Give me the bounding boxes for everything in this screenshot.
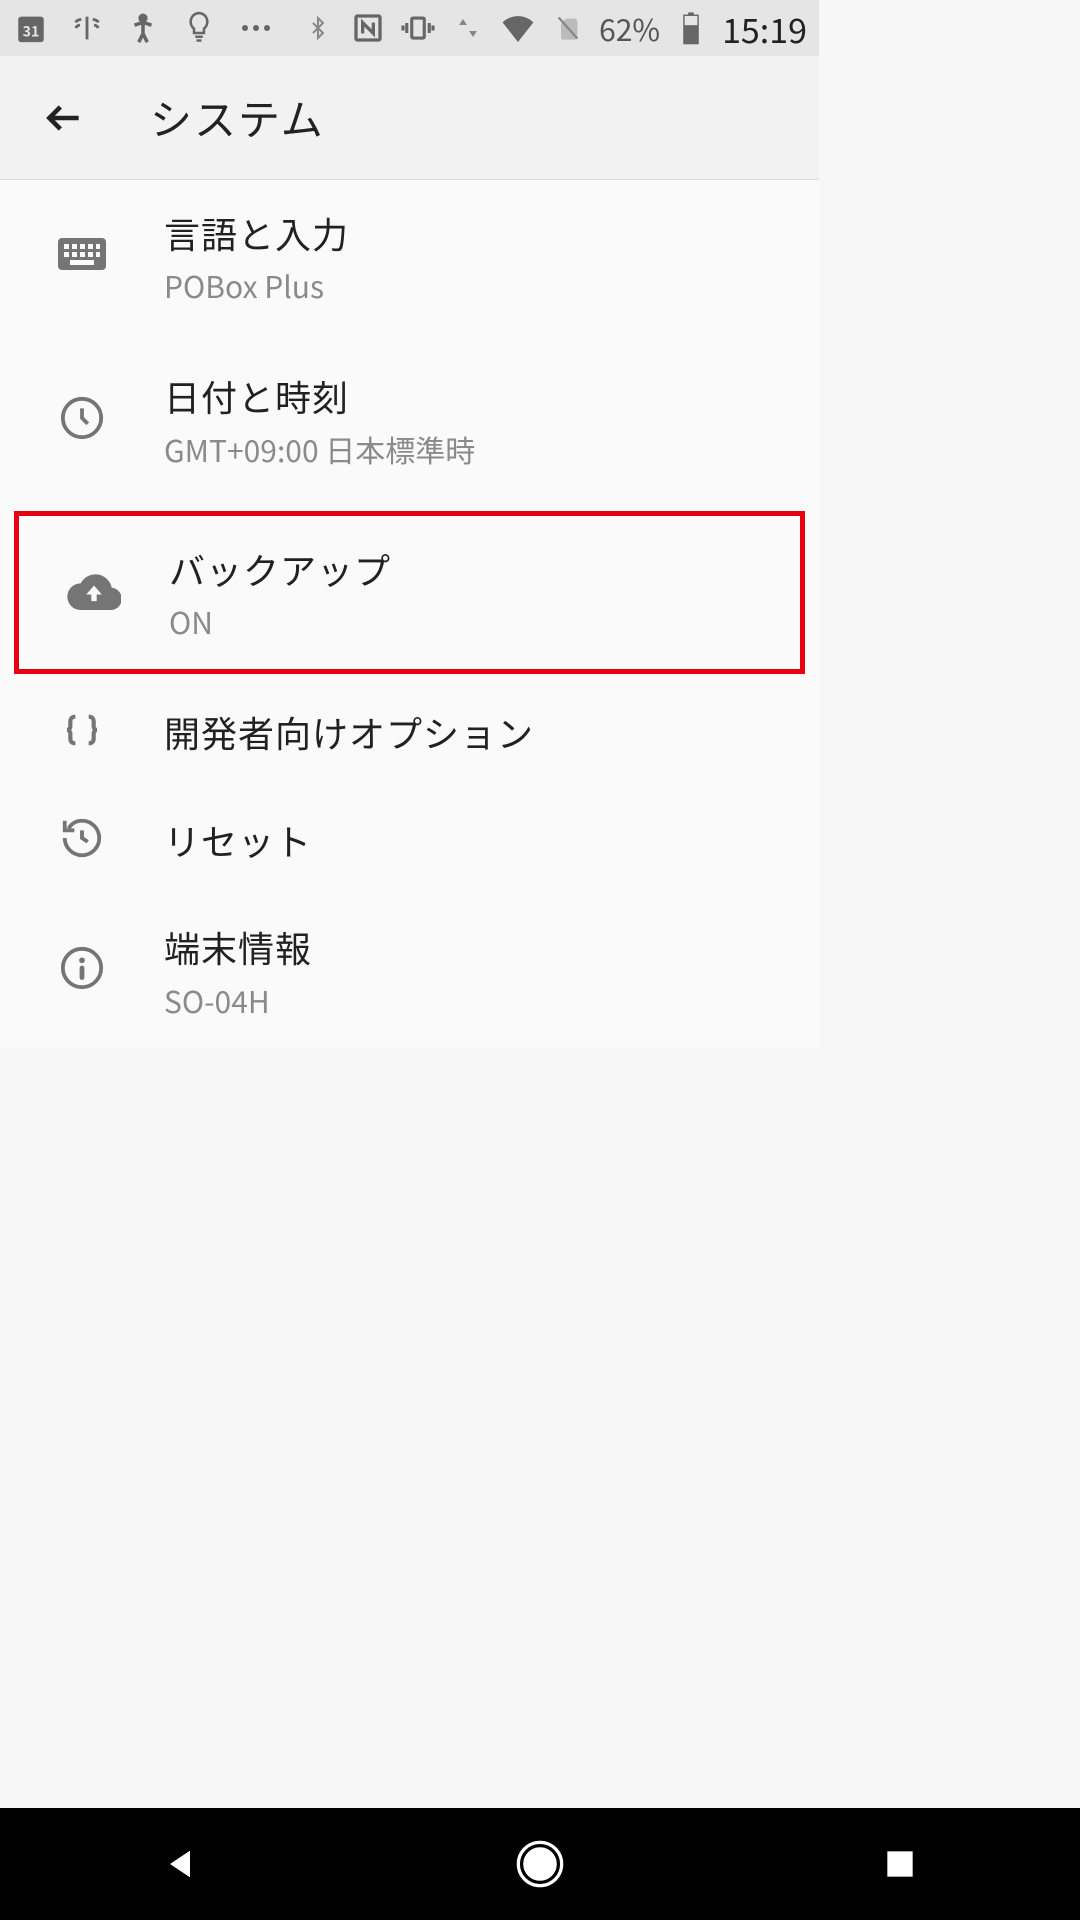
- bluetooth-icon: [299, 9, 337, 47]
- info-icon: [59, 945, 105, 996]
- nfc-icon: [349, 9, 387, 47]
- page-title: システム: [150, 87, 325, 148]
- svg-text:31: 31: [23, 22, 40, 42]
- battery-icon: [672, 9, 710, 47]
- calendar-icon: 31: [12, 9, 50, 47]
- status-right-icons: 62% 15:19: [299, 4, 807, 53]
- highlight-annotation: バックアップ ON: [14, 511, 805, 674]
- settings-item-title: 日付と時刻: [164, 371, 819, 421]
- settings-item-title: 言語と入力: [164, 208, 819, 258]
- settings-item-title: 端末情報: [164, 922, 819, 972]
- nav-back-button[interactable]: [150, 1834, 210, 1894]
- lightbulb-icon: [180, 9, 218, 47]
- braces-icon: [60, 710, 104, 755]
- settings-item-subtitle: ON: [169, 602, 800, 641]
- nav-home-button[interactable]: [510, 1834, 570, 1894]
- status-left-icons: 31: [12, 9, 276, 47]
- cloud-upload-icon: [67, 570, 121, 615]
- settings-item-subtitle: GMT+09:00 日本標準時: [164, 430, 819, 469]
- data-arrows-icon: [449, 9, 487, 47]
- clock-icon: [59, 395, 105, 446]
- dragonfly-icon: [68, 9, 106, 47]
- settings-item-about-phone[interactable]: 端末情報 SO-04H: [0, 894, 819, 1047]
- back-arrow-icon: [42, 96, 86, 140]
- wifi-icon: [499, 9, 537, 47]
- reset-icon: [59, 815, 105, 866]
- settings-item-backup[interactable]: バックアップ ON: [19, 516, 800, 669]
- settings-item-developer-options[interactable]: 開発者向けオプション: [0, 678, 819, 786]
- settings-item-title: リセット: [164, 815, 819, 865]
- battery-percentage: 62%: [599, 6, 660, 50]
- settings-item-subtitle: SO-04H: [164, 981, 819, 1020]
- settings-list: 言語と入力 POBox Plus 日付と時刻 GMT+09:00 日本標準時 バ…: [0, 180, 819, 1048]
- person-icon: [124, 9, 162, 47]
- status-bar: 31 62%: [0, 0, 819, 56]
- keyboard-icon: [58, 236, 106, 277]
- square-recent-icon: [881, 1845, 919, 1883]
- settings-item-date-time[interactable]: 日付と時刻 GMT+09:00 日本標準時: [0, 333, 819, 506]
- nav-recent-button[interactable]: [870, 1834, 930, 1894]
- triangle-back-icon: [160, 1842, 200, 1886]
- settings-item-language-input[interactable]: 言語と入力 POBox Plus: [0, 180, 819, 333]
- more-notifications-icon: [236, 25, 276, 31]
- no-sim-icon: [549, 9, 587, 47]
- vibrate-icon: [399, 9, 437, 47]
- back-button[interactable]: [30, 84, 98, 152]
- clock: 15:19: [722, 4, 807, 53]
- settings-item-subtitle: POBox Plus: [164, 266, 819, 305]
- settings-item-reset[interactable]: リセット: [0, 786, 819, 894]
- settings-item-title: バックアップ: [169, 544, 800, 594]
- circle-home-icon: [514, 1838, 566, 1890]
- app-bar: システム: [0, 56, 819, 180]
- navigation-bar: [0, 1808, 1080, 1920]
- settings-item-title: 開発者向けオプション: [164, 707, 819, 757]
